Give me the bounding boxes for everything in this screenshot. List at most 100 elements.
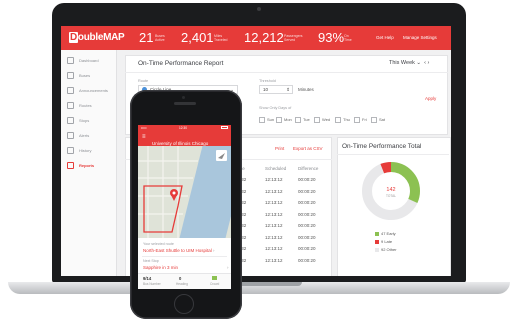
menu-icon[interactable]: ≡ — [142, 134, 146, 140]
table-cell: 00:00:20 — [298, 234, 316, 240]
get-help-link[interactable]: Get Help — [376, 35, 394, 40]
signal-indicator: ••••• — [141, 126, 147, 130]
phone-app-bar: ≡ University of Illinois Chicago — [138, 131, 231, 146]
table-cell: 00:00:20 — [298, 223, 316, 228]
legend-item-late: 9 Late — [375, 239, 392, 244]
table-cell: 12:13:12 — [265, 188, 283, 194]
table-cell: 12:13:12 — [265, 211, 283, 217]
table-cell: 00:00:20 — [298, 246, 316, 251]
bus-number-value: 9/14 — [143, 276, 152, 281]
bus-icon — [67, 72, 74, 80]
stop-pin-icon — [67, 117, 74, 125]
report-title: On-Time Performance Report — [138, 60, 224, 67]
table-cell: 00:00:20 — [298, 177, 316, 182]
map-roads — [138, 146, 227, 238]
threshold-label: Threshold — [259, 79, 276, 83]
day-checkbox-sat[interactable]: Sat — [371, 117, 385, 123]
next-stop-value[interactable]: Sapphire in 3 min › — [143, 265, 229, 270]
crowd-label: Crowd — [210, 282, 220, 286]
divider — [125, 72, 448, 73]
chevron-right-icon: › — [213, 248, 215, 253]
selected-route-value[interactable]: North-East Shuttle to UIM Hospital › — [143, 248, 215, 253]
stat-value: 93% — [318, 30, 345, 45]
export-csv-button[interactable]: Export as CSV — [293, 146, 323, 151]
apply-button[interactable]: Apply — [425, 96, 436, 101]
phone-screen: ••••• 12:30 ≡ University of Illinois Chi… — [138, 125, 231, 289]
megaphone-icon — [67, 87, 74, 95]
next-stop-label: Next Stop — [143, 259, 159, 263]
bus-number-label: Bus Number — [143, 282, 161, 286]
heading-value: 0 — [179, 276, 182, 281]
laptop-screen: DoubleMAP 21 Buses Active 2,401 Miles Trav… — [61, 26, 451, 276]
day-checkbox-thu[interactable]: Thu — [335, 117, 350, 123]
laptop-camera — [257, 7, 261, 11]
stat-label: Passengers Served — [284, 34, 303, 42]
table-cell: 00:00:20 — [298, 188, 316, 194]
donut-center-value: 142 — [386, 187, 395, 193]
table-cell: 12:13:12 — [265, 200, 283, 205]
sidebar-item-alerts[interactable]: Alerts — [67, 132, 89, 140]
table-cell: 12:13:12 — [265, 246, 283, 251]
legend-item-other: 92 Other — [375, 247, 397, 252]
column-header[interactable]: Scheduled — [265, 166, 286, 171]
sidebar-item-reports[interactable]: Reports — [67, 162, 94, 170]
phone-speaker — [174, 102, 196, 105]
clock-icon — [67, 147, 74, 155]
heading-label: Heading — [176, 282, 188, 286]
route-map[interactable] — [138, 146, 231, 238]
table-cell: 12:13:12 — [265, 223, 283, 228]
day-checkbox-tue[interactable]: Tue — [295, 117, 310, 123]
phone-footer-stats: 9/14 Bus Number 0 Heading Crowd — [138, 273, 231, 289]
stat-value: 21 — [139, 30, 154, 45]
pie-card-title: On-Time Performance Total — [342, 143, 422, 150]
manage-settings-link[interactable]: Manage Settings — [403, 35, 437, 40]
selected-route-label: Your selected route — [143, 242, 174, 246]
table-cell: 00:00:20 — [298, 257, 316, 263]
chevron-right-icon: › — [227, 265, 229, 270]
sidebar-item-routes[interactable]: Routes — [67, 102, 92, 110]
legend-item-early: 47 Early — [375, 231, 396, 236]
threshold-input[interactable]: 10 ⇕ — [259, 85, 293, 94]
threshold-unit: Minutes — [298, 87, 314, 92]
table-cell: 12:13:12 — [265, 257, 283, 263]
crowd-icon — [212, 276, 217, 280]
stat-label: Miles Traveled — [214, 34, 228, 42]
stat-label: On Time — [344, 34, 352, 42]
sidebar-item-stops[interactable]: Stops — [67, 117, 89, 125]
map-pin-icon — [170, 189, 178, 201]
column-header[interactable]: Difference — [298, 166, 318, 171]
alert-icon — [67, 132, 74, 140]
day-checkbox-wed[interactable]: Wed — [314, 117, 330, 123]
sidebar-item-announcements[interactable]: Announcements — [67, 87, 108, 95]
day-checkbox-fri[interactable]: Fri — [354, 117, 367, 123]
app-logo[interactable]: DoubleMAP — [69, 32, 125, 43]
divider — [337, 154, 449, 155]
donut-center-label: TOTAL — [386, 194, 396, 198]
day-checkbox-mon[interactable]: Mon — [276, 117, 292, 123]
phone-camera — [182, 96, 185, 99]
table-cell: 12:13:12 — [265, 177, 283, 182]
route-icon — [67, 102, 74, 110]
sidebar-item-dashboard[interactable]: Dashboard — [67, 57, 99, 65]
divider — [142, 256, 227, 257]
print-button[interactable]: Print — [275, 146, 284, 151]
days-label: Show Only Days of — [259, 106, 292, 110]
sidebar-item-history[interactable]: History — [67, 147, 91, 155]
day-checkbox-sun[interactable]: Sun — [259, 117, 274, 123]
table-cell: 12:13:12 — [265, 234, 283, 240]
route-label: Route — [138, 79, 149, 83]
period-selector[interactable]: This Week ⌄ ‹ › — [389, 60, 429, 66]
status-time: 12:30 — [179, 126, 187, 130]
stepper-icon: ⇕ — [286, 87, 290, 92]
sidebar-item-buses[interactable]: Buses — [67, 72, 90, 80]
table-cell: 00:00:20 — [298, 200, 316, 205]
on-time-donut-chart: 142 TOTAL — [362, 162, 420, 220]
app-header: DoubleMAP 21 Buses Active 2,401 Miles Trav… — [61, 26, 451, 50]
stat-label: Buses Active — [155, 34, 165, 42]
stat-value: 2,401 — [181, 30, 214, 45]
table-cell: 00:00:20 — [298, 211, 316, 217]
report-icon — [67, 162, 74, 170]
dashboard-icon — [67, 57, 74, 65]
stat-value: 12,212 — [244, 30, 284, 45]
phone-home-button[interactable] — [174, 294, 194, 314]
